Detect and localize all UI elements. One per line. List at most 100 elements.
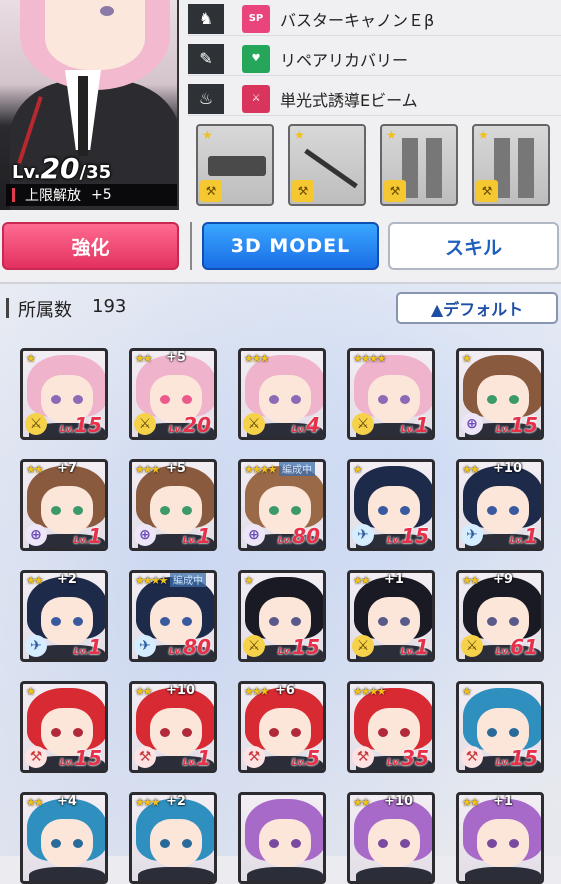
skill-row[interactable]: ✎ ♥ リペアリカバリー — [188, 42, 561, 76]
card-eye — [182, 617, 192, 626]
skill-button[interactable]: スキル — [388, 222, 559, 270]
portrait-tie — [78, 76, 88, 156]
card-level-prefix: Lv. — [495, 758, 511, 768]
card-eye — [269, 506, 279, 515]
card-level-value: 35 — [401, 746, 429, 770]
power-up-button[interactable]: 強化 — [2, 222, 179, 270]
plus-count: +6 — [275, 683, 295, 698]
card-eye — [378, 395, 388, 404]
character-card[interactable]: ★★ +1 ⚔ Lv.1 — [347, 570, 435, 662]
card-level: Lv.15 — [60, 746, 102, 770]
character-card[interactable]: ★ ⚒ Lv.15 — [20, 681, 108, 773]
card-outfit — [356, 867, 432, 881]
character-card[interactable]: ★★★★ 編成中 ✈ Lv.80 — [129, 570, 217, 662]
character-card[interactable]: ★ ⚒ Lv.15 — [456, 681, 544, 773]
card-level-value: 1 — [197, 524, 211, 548]
character-card[interactable]: ★ ⊕ Lv.15 — [456, 348, 544, 440]
level-max: /35 — [79, 162, 112, 183]
card-level-value: 1 — [524, 524, 538, 548]
button-divider — [190, 222, 192, 270]
character-card[interactable]: ★★ +10 ⚒ Lv.1 — [129, 681, 217, 773]
sort-button[interactable]: ▲デフォルト — [396, 292, 558, 324]
rarity-stars: ★★★ — [244, 685, 270, 698]
leg-equipment[interactable]: ★ ⚒ — [472, 124, 550, 206]
card-level: Lv.1 — [183, 746, 211, 770]
card-eye — [487, 506, 497, 515]
hammer-icon: ⚒ — [25, 746, 47, 768]
card-eye — [291, 395, 301, 404]
plus-count: +2 — [166, 794, 186, 809]
character-card[interactable]: ★ ✈ Lv.15 — [347, 459, 435, 551]
skill-row[interactable]: ♞ SP バスターキャノンＥβ — [188, 2, 561, 36]
character-card[interactable]: ★★ +7 ⊕ Lv.1 — [20, 459, 108, 551]
skill-name: 単光式誘導Eビーム — [280, 90, 418, 110]
character-card[interactable]: ★ ⚔ Lv.15 — [20, 348, 108, 440]
gun-icon: ✈ — [25, 635, 47, 657]
rarity-stars: ★ — [462, 352, 472, 365]
card-eye — [269, 839, 279, 848]
sword-icon: ⚔ — [352, 635, 374, 657]
card-level-value: 15 — [510, 413, 538, 437]
card-outfit — [138, 867, 214, 881]
card-eye — [73, 506, 83, 515]
card-level: Lv.1 — [74, 524, 102, 548]
in-formation-badge: 編成中 — [279, 462, 315, 476]
card-eye — [400, 617, 410, 626]
limit-break-label: 上限解放 — [25, 188, 81, 204]
character-card[interactable]: ★★★★ ⚔ Lv.1 — [347, 348, 435, 440]
card-level-prefix: Lv. — [386, 758, 402, 768]
rarity-stars: ★★ — [135, 685, 153, 698]
character-card[interactable]: ★★ +10 ✈ Lv.1 — [456, 459, 544, 551]
card-eye — [160, 728, 170, 737]
character-card[interactable]: ★★ +10 — [347, 792, 435, 884]
character-level: Lv.20/35 — [12, 152, 111, 185]
card-face — [477, 819, 529, 867]
hammer-icon: ⚒ — [352, 746, 374, 768]
rarity-stars: ★★ — [353, 574, 371, 587]
card-level-prefix: Lv. — [509, 536, 525, 546]
silhouette-icon: ♞ — [188, 3, 224, 34]
card-level: Lv.80 — [278, 524, 320, 548]
arm-equipment[interactable]: ★ ⚒ — [380, 124, 458, 206]
rod-equipment[interactable]: ★ ⚒ — [288, 124, 366, 206]
equipment-list: ★ ⚒ ★ ⚒ ★ ⚒ ★ ⚒ — [196, 124, 561, 210]
card-level: Lv.20 — [169, 413, 211, 437]
card-level-prefix: Lv. — [168, 647, 184, 657]
character-card[interactable]: ★★ +5 ⚔ Lv.20 — [129, 348, 217, 440]
character-card[interactable]: ★★ +4 — [20, 792, 108, 884]
card-level-prefix: Lv. — [291, 758, 307, 768]
plus-count: +1 — [384, 572, 404, 587]
character-card[interactable]: ★★ +1 — [456, 792, 544, 884]
character-card[interactable]: ★★★★ ⚒ Lv.35 — [347, 681, 435, 773]
sword-icon: ⚔ — [134, 413, 156, 435]
rarity-stars: ★★ — [135, 352, 153, 365]
character-card[interactable]: ★★★ ⚔ Lv.4 — [238, 348, 326, 440]
character-card[interactable]: ★★★ +6 ⚒ Lv.5 — [238, 681, 326, 773]
rarity-stars: ★★★★ — [135, 574, 168, 587]
skill-type-icon: ♥ — [242, 44, 270, 73]
character-card[interactable]: ★★ +9 ⚔ Lv.61 — [456, 570, 544, 662]
character-card[interactable]: ★★★ +5 ⊕ Lv.1 — [129, 459, 217, 551]
card-level-value: 20 — [183, 413, 211, 437]
card-eye — [400, 728, 410, 737]
sword-icon: ⚔ — [461, 635, 483, 657]
card-level: Lv.15 — [496, 413, 538, 437]
card-eye — [73, 839, 83, 848]
character-portrait[interactable]: Lv.20/35 上限解放 +5 — [0, 0, 179, 210]
rarity-stars: ★ — [353, 463, 363, 476]
card-level-value: 5 — [306, 746, 320, 770]
wrench-icon: ✎ — [188, 43, 224, 74]
card-eye — [378, 617, 388, 626]
character-card[interactable]: ★★★ +2 — [129, 792, 217, 884]
character-card[interactable]: ★ ⚔ Lv.15 — [238, 570, 326, 662]
rarity-stars: ★ — [478, 128, 489, 142]
3d-model-button[interactable]: 3D MODEL — [202, 222, 379, 270]
character-card[interactable] — [238, 792, 326, 884]
card-level-value: 15 — [74, 746, 102, 770]
skill-row[interactable]: ♨ ⚔ 単光式誘導Eビーム — [188, 82, 561, 116]
cannon-equipment[interactable]: ★ ⚒ — [196, 124, 274, 206]
character-card[interactable]: ★★★★ 編成中 ⊕ Lv.80 — [238, 459, 326, 551]
card-level-prefix: Lv. — [73, 647, 89, 657]
character-card[interactable]: ★★ +2 ✈ Lv.1 — [20, 570, 108, 662]
plus-count: +10 — [384, 794, 413, 809]
